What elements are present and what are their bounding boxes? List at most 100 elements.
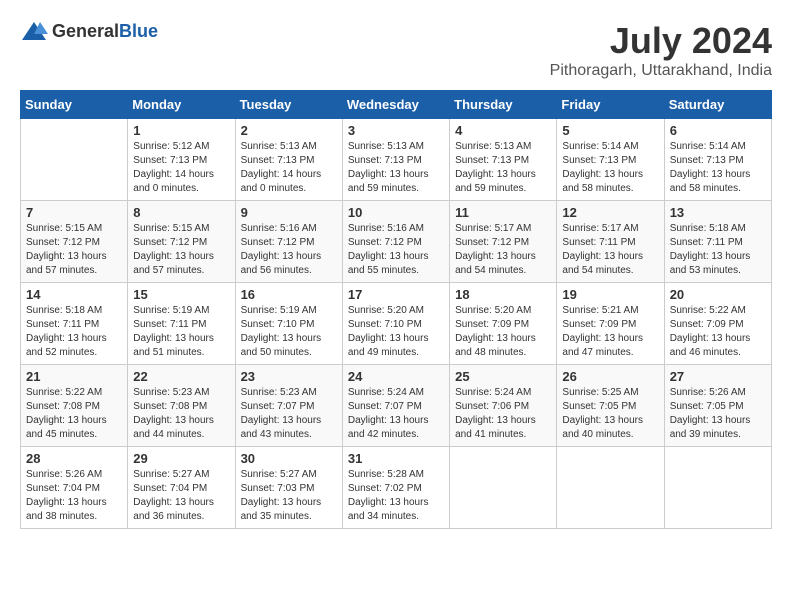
calendar-cell: 14 Sunrise: 5:18 AM Sunset: 7:11 PM Dayli… [21, 283, 128, 365]
day-info: Sunrise: 5:23 AM Sunset: 7:08 PM Dayligh… [133, 386, 229, 442]
day-number: 3 [348, 123, 444, 138]
day-number: 11 [455, 205, 551, 220]
day-info: Sunrise: 5:27 AM Sunset: 7:03 PM Dayligh… [241, 468, 337, 524]
day-number: 14 [26, 287, 122, 302]
day-info: Sunrise: 5:22 AM Sunset: 7:08 PM Dayligh… [26, 386, 122, 442]
day-number: 31 [348, 451, 444, 466]
calendar-cell: 13Sunrise: 5:18 AM Sunset: 7:11 PM Dayli… [664, 201, 771, 283]
day-info: Sunrise: 5:19 AM Sunset: 7:11 PM Dayligh… [133, 304, 229, 360]
day-number: 29 [133, 451, 229, 466]
day-number: 25 [455, 369, 551, 384]
calendar-cell: 16 Sunrise: 5:19 AM Sunset: 7:10 PM Dayli… [235, 283, 342, 365]
day-info: Sunrise: 5:23 AM Sunset: 7:07 PM Dayligh… [241, 386, 337, 442]
header-tuesday: Tuesday [235, 91, 342, 119]
day-number: 2 [241, 123, 337, 138]
main-title: July 2024 [550, 20, 772, 62]
day-number: 6 [670, 123, 766, 138]
day-number: 24 [348, 369, 444, 384]
day-info: Sunrise: 5:16 AM Sunset: 7:12 PM Dayligh… [241, 222, 337, 278]
day-info: Sunrise: 5:17 AM Sunset: 7:12 PM Dayligh… [455, 222, 551, 278]
day-info: Sunrise: 5:21 AM Sunset: 7:09 PM Dayligh… [562, 304, 658, 360]
calendar-cell: 4Sunrise: 5:13 AM Sunset: 7:13 PM Daylig… [450, 119, 557, 201]
day-info: Sunrise: 5:22 AM Sunset: 7:09 PM Dayligh… [670, 304, 766, 360]
day-number: 18 [455, 287, 551, 302]
day-number: 28 [26, 451, 122, 466]
header-monday: Monday [128, 91, 235, 119]
week-row-2: 7 Sunrise: 5:15 AM Sunset: 7:12 PM Daylig… [21, 201, 772, 283]
calendar-cell: 24 Sunrise: 5:24 AM Sunset: 7:07 PM Dayli… [342, 365, 449, 447]
day-info: Sunrise: 5:17 AM Sunset: 7:11 PM Dayligh… [562, 222, 658, 278]
header-wednesday: Wednesday [342, 91, 449, 119]
page-header: GeneralBlue July 2024 Pithoragarh, Uttar… [20, 20, 772, 80]
calendar-cell: 8 Sunrise: 5:15 AM Sunset: 7:12 PM Daylig… [128, 201, 235, 283]
header-thursday: Thursday [450, 91, 557, 119]
day-info: Sunrise: 5:15 AM Sunset: 7:12 PM Dayligh… [26, 222, 122, 278]
day-info: Sunrise: 5:20 AM Sunset: 7:09 PM Dayligh… [455, 304, 551, 360]
day-info: Sunrise: 5:26 AM Sunset: 7:04 PM Dayligh… [26, 468, 122, 524]
calendar-cell: 27Sunrise: 5:26 AM Sunset: 7:05 PM Dayli… [664, 365, 771, 447]
day-number: 12 [562, 205, 658, 220]
logo-text: GeneralBlue [52, 21, 158, 42]
day-info: Sunrise: 5:13 AM Sunset: 7:13 PM Dayligh… [241, 140, 337, 196]
day-info: Sunrise: 5:24 AM Sunset: 7:07 PM Dayligh… [348, 386, 444, 442]
day-info: Sunrise: 5:18 AM Sunset: 7:11 PM Dayligh… [26, 304, 122, 360]
day-info: Sunrise: 5:14 AM Sunset: 7:13 PM Dayligh… [670, 140, 766, 196]
day-info: Sunrise: 5:20 AM Sunset: 7:10 PM Dayligh… [348, 304, 444, 360]
calendar-cell [557, 447, 664, 529]
day-number: 8 [133, 205, 229, 220]
day-number: 9 [241, 205, 337, 220]
calendar-cell: 6 Sunrise: 5:14 AM Sunset: 7:13 PM Daylig… [664, 119, 771, 201]
calendar-cell: 12 Sunrise: 5:17 AM Sunset: 7:11 PM Dayli… [557, 201, 664, 283]
day-number: 30 [241, 451, 337, 466]
day-info: Sunrise: 5:15 AM Sunset: 7:12 PM Dayligh… [133, 222, 229, 278]
week-row-5: 28 Sunrise: 5:26 AM Sunset: 7:04 PM Dayli… [21, 447, 772, 529]
calendar-cell: 11 Sunrise: 5:17 AM Sunset: 7:12 PM Dayli… [450, 201, 557, 283]
calendar-cell [450, 447, 557, 529]
day-info: Sunrise: 5:26 AM Sunset: 7:05 PM Dayligh… [670, 386, 766, 442]
calendar-cell: 15Sunrise: 5:19 AM Sunset: 7:11 PM Dayli… [128, 283, 235, 365]
day-number: 10 [348, 205, 444, 220]
calendar-cell: 9 Sunrise: 5:16 AM Sunset: 7:12 PM Daylig… [235, 201, 342, 283]
calendar-header-row: SundayMondayTuesdayWednesdayThursdayFrid… [21, 91, 772, 119]
calendar-cell: 18 Sunrise: 5:20 AM Sunset: 7:09 PM Dayli… [450, 283, 557, 365]
calendar-cell: 30 Sunrise: 5:27 AM Sunset: 7:03 PM Dayli… [235, 447, 342, 529]
day-info: Sunrise: 5:27 AM Sunset: 7:04 PM Dayligh… [133, 468, 229, 524]
header-saturday: Saturday [664, 91, 771, 119]
day-info: Sunrise: 5:13 AM Sunset: 7:13 PM Dayligh… [348, 140, 444, 196]
day-number: 4 [455, 123, 551, 138]
calendar-cell: 2 Sunrise: 5:13 AM Sunset: 7:13 PM Daylig… [235, 119, 342, 201]
week-row-4: 21 Sunrise: 5:22 AM Sunset: 7:08 PM Dayli… [21, 365, 772, 447]
logo-general: General [52, 21, 119, 41]
day-number: 19 [562, 287, 658, 302]
day-number: 21 [26, 369, 122, 384]
calendar-cell: 25 Sunrise: 5:24 AM Sunset: 7:06 PM Dayli… [450, 365, 557, 447]
day-number: 23 [241, 369, 337, 384]
day-info: Sunrise: 5:18 AM Sunset: 7:11 PM Dayligh… [670, 222, 766, 278]
calendar-cell: 5Sunrise: 5:14 AM Sunset: 7:13 PM Daylig… [557, 119, 664, 201]
header-friday: Friday [557, 91, 664, 119]
calendar-cell [21, 119, 128, 201]
logo-icon [20, 20, 48, 42]
calendar-cell: 31Sunrise: 5:28 AM Sunset: 7:02 PM Dayli… [342, 447, 449, 529]
calendar-cell: 1Sunrise: 5:12 AM Sunset: 7:13 PM Daylig… [128, 119, 235, 201]
header-sunday: Sunday [21, 91, 128, 119]
day-info: Sunrise: 5:24 AM Sunset: 7:06 PM Dayligh… [455, 386, 551, 442]
calendar-cell: 23 Sunrise: 5:23 AM Sunset: 7:07 PM Dayli… [235, 365, 342, 447]
calendar-cell: 17 Sunrise: 5:20 AM Sunset: 7:10 PM Dayli… [342, 283, 449, 365]
day-number: 16 [241, 287, 337, 302]
calendar-cell: 19 Sunrise: 5:21 AM Sunset: 7:09 PM Dayli… [557, 283, 664, 365]
calendar-cell: 26Sunrise: 5:25 AM Sunset: 7:05 PM Dayli… [557, 365, 664, 447]
day-number: 1 [133, 123, 229, 138]
day-info: Sunrise: 5:16 AM Sunset: 7:12 PM Dayligh… [348, 222, 444, 278]
day-number: 17 [348, 287, 444, 302]
day-number: 7 [26, 205, 122, 220]
day-info: Sunrise: 5:19 AM Sunset: 7:10 PM Dayligh… [241, 304, 337, 360]
day-info: Sunrise: 5:14 AM Sunset: 7:13 PM Dayligh… [562, 140, 658, 196]
week-row-3: 14 Sunrise: 5:18 AM Sunset: 7:11 PM Dayli… [21, 283, 772, 365]
calendar-table: SundayMondayTuesdayWednesdayThursdayFrid… [20, 90, 772, 529]
calendar-cell [664, 447, 771, 529]
day-number: 20 [670, 287, 766, 302]
day-info: Sunrise: 5:25 AM Sunset: 7:05 PM Dayligh… [562, 386, 658, 442]
calendar-cell: 29 Sunrise: 5:27 AM Sunset: 7:04 PM Dayli… [128, 447, 235, 529]
logo: GeneralBlue [20, 20, 158, 42]
